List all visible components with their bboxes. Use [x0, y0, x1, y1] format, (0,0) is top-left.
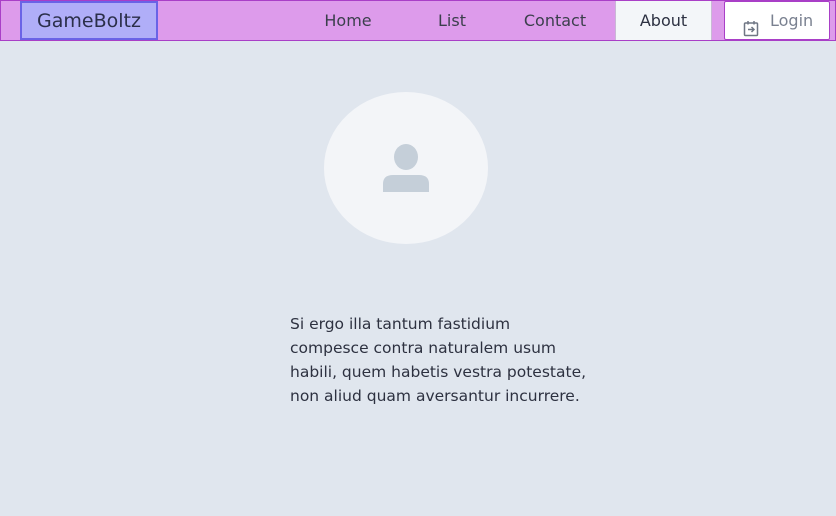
login-label: Login: [770, 11, 814, 30]
nav-link-list[interactable]: List: [431, 1, 473, 40]
top-navbar: GameBoltz Home List Contact About Login: [0, 0, 836, 41]
avatar: [324, 92, 488, 244]
user-icon: [383, 144, 429, 192]
login-icon: [743, 13, 760, 37]
login-button[interactable]: Login: [724, 1, 830, 40]
brand-logo[interactable]: GameBoltz: [20, 1, 158, 40]
nav-link-about[interactable]: About: [615, 1, 712, 40]
nav-link-contact[interactable]: Contact: [519, 1, 591, 40]
about-text: Si ergo illa tantum fastidium compesce c…: [290, 314, 587, 405]
nav-link-home[interactable]: Home: [319, 1, 377, 40]
